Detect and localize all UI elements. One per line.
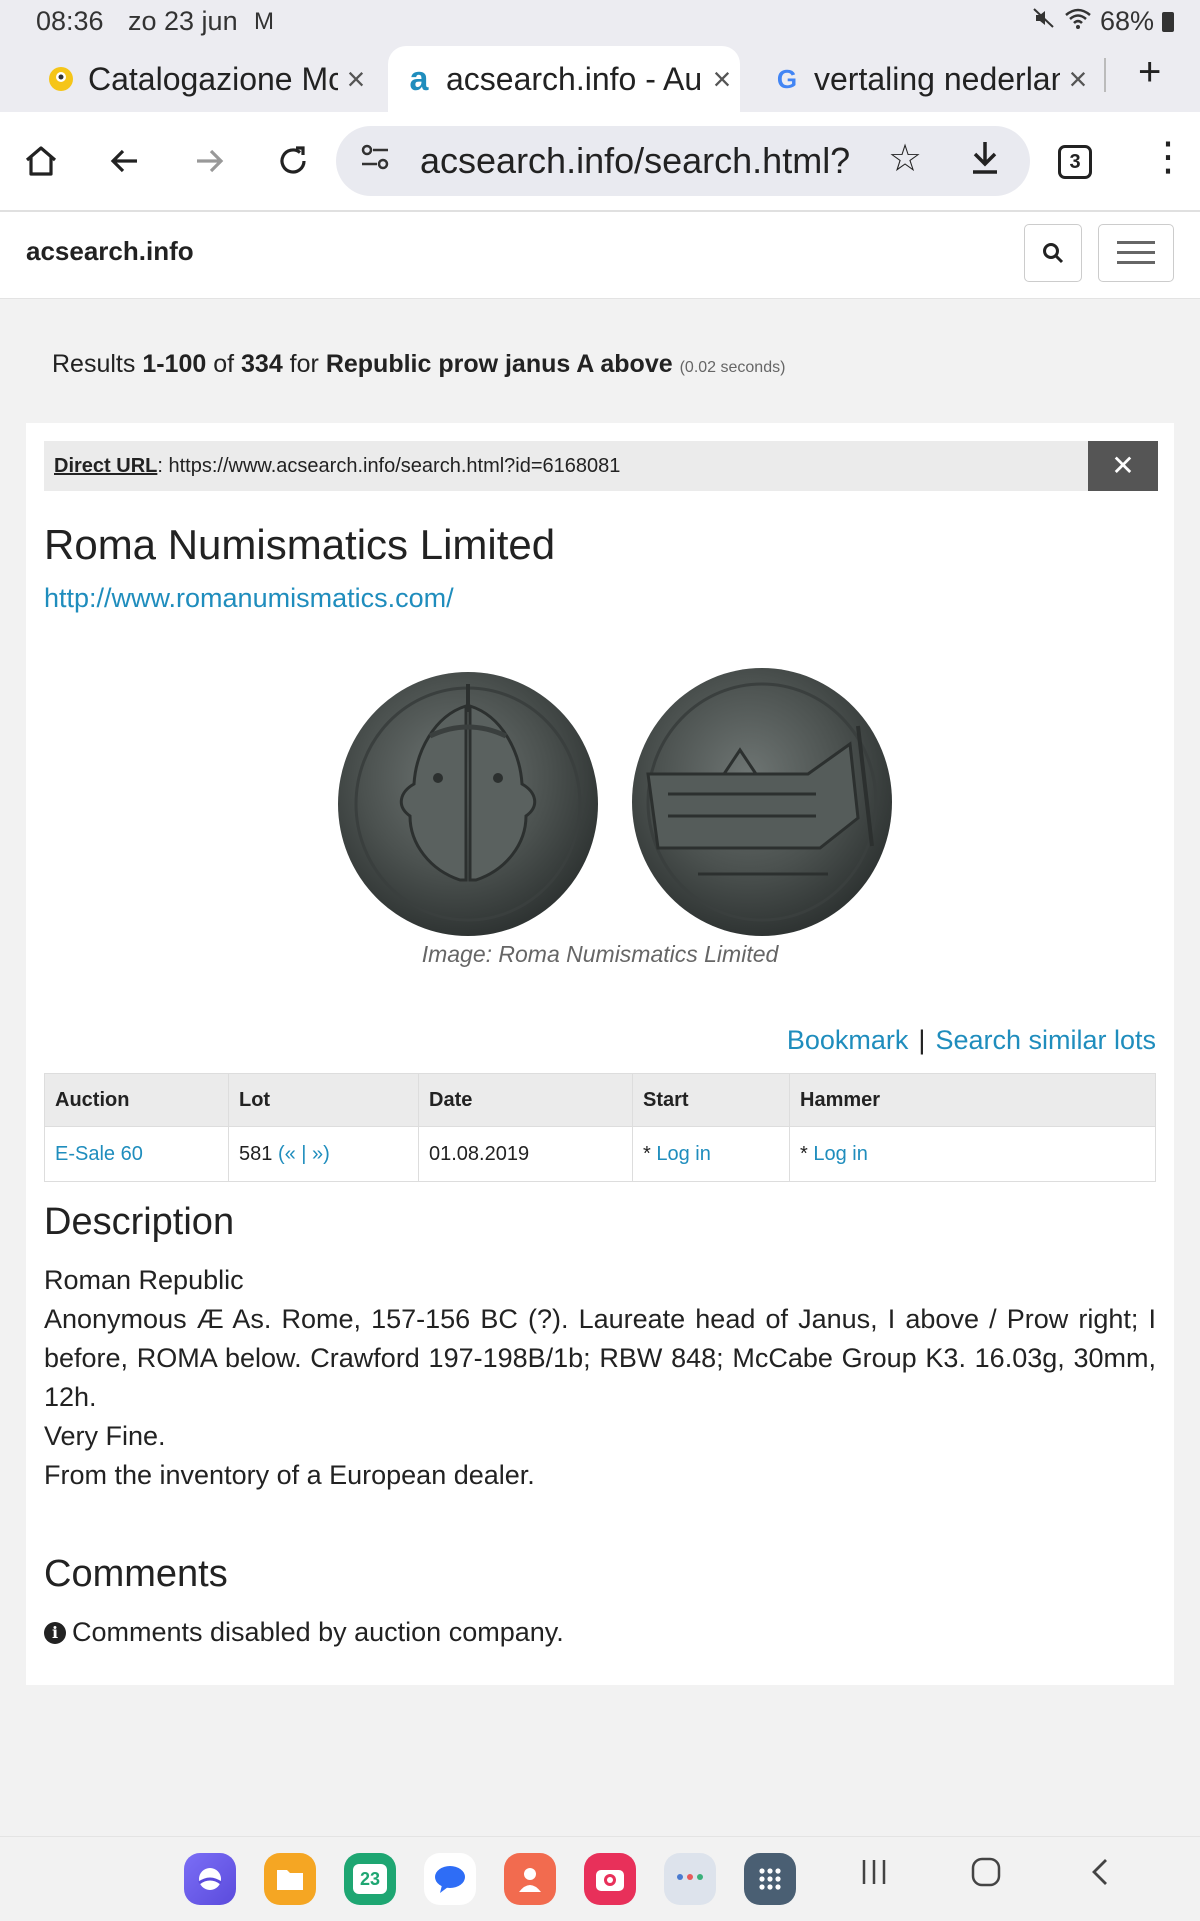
status-bar: 08:36 zo 23 jun M 68%: [0, 0, 1200, 42]
actions-separator: |: [918, 1025, 926, 1055]
search-icon: [1043, 243, 1064, 264]
tab-switcher-button[interactable]: 3: [1058, 145, 1092, 179]
calendar-app-icon[interactable]: 23: [344, 1853, 396, 1905]
close-direct-url-button[interactable]: ✕: [1088, 441, 1158, 491]
column-header-lot: Lot: [228, 1073, 419, 1127]
description-line: Very Fine.: [44, 1421, 166, 1451]
internet-browser-app-icon[interactable]: [184, 1853, 236, 1905]
messages-app-icon[interactable]: [424, 1853, 476, 1905]
comments-text: Comments disabled by auction company.: [72, 1617, 564, 1647]
comments-notice: i Comments disabled by auction company.: [44, 1617, 564, 1648]
wifi-icon: [1064, 6, 1092, 37]
hammer-login-link[interactable]: Log in: [813, 1143, 868, 1165]
tab-catalogazione[interactable]: Catalogazione Mc ×: [30, 46, 374, 112]
tab-divider: [1104, 58, 1106, 92]
search-button[interactable]: [1024, 224, 1082, 282]
download-icon[interactable]: [968, 138, 1002, 187]
auction-link[interactable]: E-Sale 60: [55, 1143, 143, 1165]
files-app-icon[interactable]: [264, 1853, 316, 1905]
url-text[interactable]: acsearch.info/search.html?i: [420, 140, 850, 182]
coin-image[interactable]: [338, 666, 892, 938]
search-similar-lots-link[interactable]: Search similar lots: [935, 1025, 1156, 1055]
mute-icon: [1032, 6, 1056, 37]
browser-toolbar: acsearch.info/search.html?i ☆ 3 ⋮: [0, 112, 1200, 212]
lot-actions: Bookmark | Search similar lots: [787, 1025, 1156, 1056]
browser-tab-bar: Catalogazione Mc × a acsearch.info - Au …: [0, 42, 1200, 112]
recent-apps-icon[interactable]: [858, 1855, 890, 1898]
system-back-icon[interactable]: [1084, 1855, 1116, 1898]
description-line: Roman Republic: [44, 1265, 244, 1295]
system-navigation-bar: 23: [0, 1836, 1200, 1921]
lot-details-table: Auction Lot Date Start Hammer E-Sale 60 …: [44, 1073, 1156, 1182]
bookmark-link[interactable]: Bookmark: [787, 1025, 909, 1055]
description-heading: Description: [44, 1201, 235, 1243]
acsearch-favicon-icon: a: [409, 59, 429, 98]
search-query: Republic prow janus A above: [325, 350, 673, 378]
contacts-app-icon[interactable]: [504, 1853, 556, 1905]
auction-date: 01.08.2019: [418, 1126, 633, 1182]
yellow-face-icon: [44, 62, 78, 96]
site-brand[interactable]: acsearch.info: [26, 236, 194, 267]
column-header-start: Start: [632, 1073, 790, 1127]
address-bar[interactable]: acsearch.info/search.html?i ☆: [336, 126, 1030, 196]
column-header-auction: Auction: [44, 1073, 229, 1127]
column-header-date: Date: [418, 1073, 633, 1127]
site-header: acsearch.info: [0, 212, 1200, 299]
gmail-notification-icon: M: [254, 8, 274, 35]
bookmark-star-icon[interactable]: ☆: [888, 136, 922, 181]
lot-prev-next-links[interactable]: (« | »): [278, 1143, 330, 1165]
app-folder-icon[interactable]: [664, 1853, 716, 1905]
results-summary: Results 1-100 of 334 for Republic prow j…: [52, 350, 786, 378]
hamburger-menu-icon[interactable]: [1098, 224, 1174, 282]
description-line: Anonymous Æ As. Rome, 157-156 BC (?). La…: [44, 1304, 1156, 1412]
tab-vertaling[interactable]: G vertaling nederlan ×: [756, 46, 1096, 112]
home-button-icon[interactable]: [970, 1855, 1002, 1898]
coin-reverse: [632, 668, 892, 936]
status-date: zo 23 jun: [128, 6, 238, 36]
status-icons: 68%: [1032, 6, 1174, 37]
more-menu-icon[interactable]: ⋮: [1148, 134, 1188, 180]
lot-number: 581: [239, 1142, 273, 1165]
info-icon: i: [44, 1621, 66, 1644]
back-arrow-icon[interactable]: [98, 134, 152, 188]
direct-url-bar: Direct URL: https://www.acsearch.info/se…: [44, 441, 1124, 491]
tab-title: vertaling nederlan: [814, 60, 1060, 97]
table-header-row: Auction Lot Date Start Hammer: [44, 1073, 1156, 1127]
results-total: 334: [241, 350, 283, 378]
direct-url-value: : https://www.acsearch.info/search.html?…: [157, 455, 621, 477]
tab-title: acsearch.info - Au: [446, 60, 703, 97]
search-time: (0.02 seconds): [679, 359, 786, 376]
company-website-link[interactable]: http://www.romanumismatics.com/: [44, 583, 454, 614]
site-settings-icon[interactable]: [358, 140, 392, 182]
image-caption: Image: Roma Numismatics Limited: [421, 941, 779, 967]
calendar-day: 23: [353, 1864, 387, 1894]
forward-arrow-icon[interactable]: [182, 134, 236, 188]
battery-icon: [1162, 11, 1174, 32]
google-favicon-icon: G: [776, 63, 798, 94]
status-time: 08:36: [36, 6, 104, 36]
reload-icon[interactable]: [266, 134, 320, 188]
lot-card: Direct URL: https://www.acsearch.info/se…: [26, 423, 1174, 1685]
comments-heading: Comments: [44, 1553, 228, 1595]
description-line: From the inventory of a European dealer.: [44, 1460, 535, 1490]
apps-grid-icon[interactable]: [744, 1853, 796, 1905]
home-icon[interactable]: [14, 134, 68, 188]
tab-acsearch[interactable]: a acsearch.info - Au ×: [388, 46, 740, 112]
battery-level: 68%: [1099, 6, 1154, 36]
close-tab-icon[interactable]: ×: [338, 61, 374, 98]
column-header-hammer: Hammer: [789, 1073, 1156, 1127]
results-range: 1-100: [142, 350, 207, 378]
company-name: Roma Numismatics Limited: [44, 521, 556, 568]
direct-url-label[interactable]: Direct URL: [54, 455, 157, 477]
close-tab-icon[interactable]: ×: [1060, 61, 1096, 98]
start-login-link[interactable]: Log in: [656, 1143, 711, 1165]
new-tab-icon[interactable]: +: [1138, 50, 1161, 95]
description-text: Roman Republic Anonymous Æ As. Rome, 157…: [44, 1261, 1156, 1495]
tab-title: Catalogazione Mc: [88, 60, 338, 97]
camera-app-icon[interactable]: [584, 1853, 636, 1905]
close-tab-icon[interactable]: ×: [704, 61, 740, 98]
coin-obverse: [338, 672, 598, 936]
table-row: E-Sale 60 581 (« | ») 01.08.2019 * Log i…: [44, 1126, 1156, 1182]
